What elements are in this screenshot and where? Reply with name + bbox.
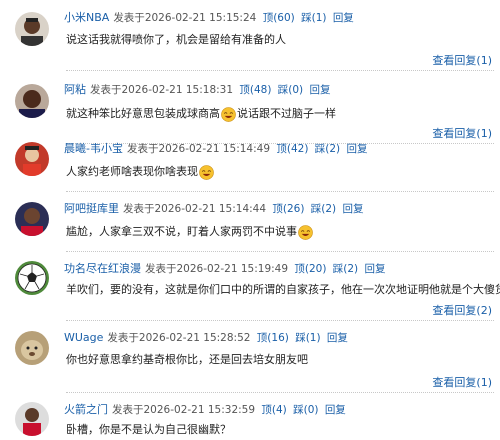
player-photo-icon xyxy=(15,202,49,236)
comment-text: 尴尬，人家拿三双不说，盯着人家两罚不中说事 xyxy=(66,224,314,240)
comment-text: 羊吹们，要的没有，这就是你们口中的所谓的自家孩子，他在一次次地证明他就是个大傻货 xyxy=(66,283,500,296)
laughing-face-icon xyxy=(298,224,313,240)
user-avatar[interactable] xyxy=(15,331,49,365)
comment-text: 你也好意思拿约基奇根你比，还是回去培女朋友吧 xyxy=(66,353,308,366)
reply-link[interactable]: 回复 xyxy=(346,143,367,155)
upvote-link[interactable]: 顶(42) xyxy=(276,143,308,155)
post-time: 2026-02-21 15:14:44 xyxy=(154,203,267,215)
user-avatar[interactable] xyxy=(15,261,49,295)
downvote-link[interactable]: 踩(1) xyxy=(301,12,326,24)
soccer-ball-icon xyxy=(15,261,49,295)
post-time: 2026-02-21 15:32:59 xyxy=(143,404,256,416)
view-replies-link[interactable]: 查看回复(1) xyxy=(432,376,492,390)
username-link[interactable]: 火箭之门 xyxy=(64,403,108,416)
post-time: 2026-02-21 15:19:49 xyxy=(176,263,289,275)
downvote-link[interactable]: 踩(0) xyxy=(278,84,303,96)
upvote-link[interactable]: 顶(60) xyxy=(263,12,295,24)
view-replies-link[interactable]: 查看回复(1) xyxy=(432,127,492,141)
comment-text: 说这话我就得喷你了，机会是留给有准备的人 xyxy=(66,33,286,46)
username-link[interactable]: 阿粘 xyxy=(64,83,86,96)
view-replies-link[interactable]: 查看回复(1) xyxy=(432,54,492,68)
reply-link[interactable]: 回复 xyxy=(343,203,364,215)
username-link[interactable]: 阿吧挺库里 xyxy=(64,202,119,215)
user-avatar[interactable] xyxy=(15,402,49,436)
post-time: 2026-02-21 15:14:49 xyxy=(158,143,271,155)
reply-link[interactable]: 回复 xyxy=(325,404,346,416)
post-time-prefix: 发表于 xyxy=(113,12,145,24)
animal-photo-icon xyxy=(15,331,49,365)
post-time: 2026-02-21 15:28:52 xyxy=(138,332,251,344)
downvote-link[interactable]: 踩(0) xyxy=(293,404,318,416)
divider xyxy=(66,191,494,192)
post-time: 2026-02-21 15:15:24 xyxy=(144,12,257,24)
divider xyxy=(66,70,494,71)
laughing-face-icon xyxy=(221,106,236,122)
username-link[interactable]: 晨曦-韦小宝 xyxy=(64,142,123,155)
reply-link[interactable]: 回复 xyxy=(310,84,331,96)
reply-link[interactable]: 回复 xyxy=(365,263,386,275)
username-link[interactable]: WUage xyxy=(64,331,103,344)
view-replies-link[interactable]: 查看回复(2) xyxy=(432,304,492,318)
user-avatar[interactable] xyxy=(15,84,49,118)
upvote-link[interactable]: 顶(48) xyxy=(239,84,271,96)
comment-text: 就这种笨比好意思包装成球商高 说话跟不过脑子一样 xyxy=(66,106,336,122)
divider xyxy=(66,251,494,252)
player-photo-icon xyxy=(15,402,49,436)
divider xyxy=(66,320,494,321)
user-avatar[interactable] xyxy=(15,12,49,46)
username-link[interactable]: 小米NBA xyxy=(64,11,109,24)
user-avatar[interactable] xyxy=(15,142,49,176)
user-avatar[interactable] xyxy=(15,202,49,236)
player-photo-icon xyxy=(15,142,49,176)
username-link[interactable]: 功名尽在红浪漫 xyxy=(64,262,141,275)
downvote-link[interactable]: 踩(2) xyxy=(311,203,336,215)
downvote-link[interactable]: 踩(1) xyxy=(295,332,320,344)
reply-link[interactable]: 回复 xyxy=(333,12,354,24)
upvote-link[interactable]: 顶(16) xyxy=(257,332,289,344)
upvote-link[interactable]: 顶(20) xyxy=(294,263,326,275)
post-time: 2026-02-21 15:18:31 xyxy=(121,84,234,96)
comment-text: 卧槽，你是不是认为自己很幽默？ xyxy=(66,423,231,436)
downvote-link[interactable]: 踩(2) xyxy=(315,143,340,155)
divider xyxy=(66,392,494,393)
downvote-link[interactable]: 踩(2) xyxy=(333,263,358,275)
reply-link[interactable]: 回复 xyxy=(327,332,348,344)
laughing-face-icon xyxy=(199,164,214,180)
player-photo-icon xyxy=(15,12,49,46)
player-photo-icon xyxy=(15,84,49,118)
comment-list: 小米NBA 发表于2026-02-21 15:15:24 顶(60) 踩(1) 回… xyxy=(0,0,500,440)
comment-text: 人家约老师啥表现你啥表现 xyxy=(66,164,215,180)
upvote-link[interactable]: 顶(26) xyxy=(272,203,304,215)
upvote-link[interactable]: 顶(4) xyxy=(261,404,286,416)
